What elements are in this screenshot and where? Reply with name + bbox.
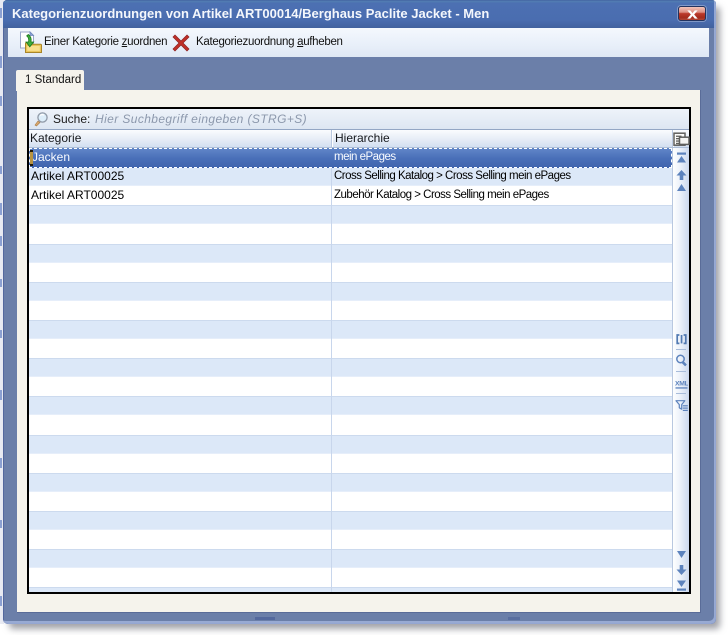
svg-text:XML: XML (675, 381, 688, 388)
